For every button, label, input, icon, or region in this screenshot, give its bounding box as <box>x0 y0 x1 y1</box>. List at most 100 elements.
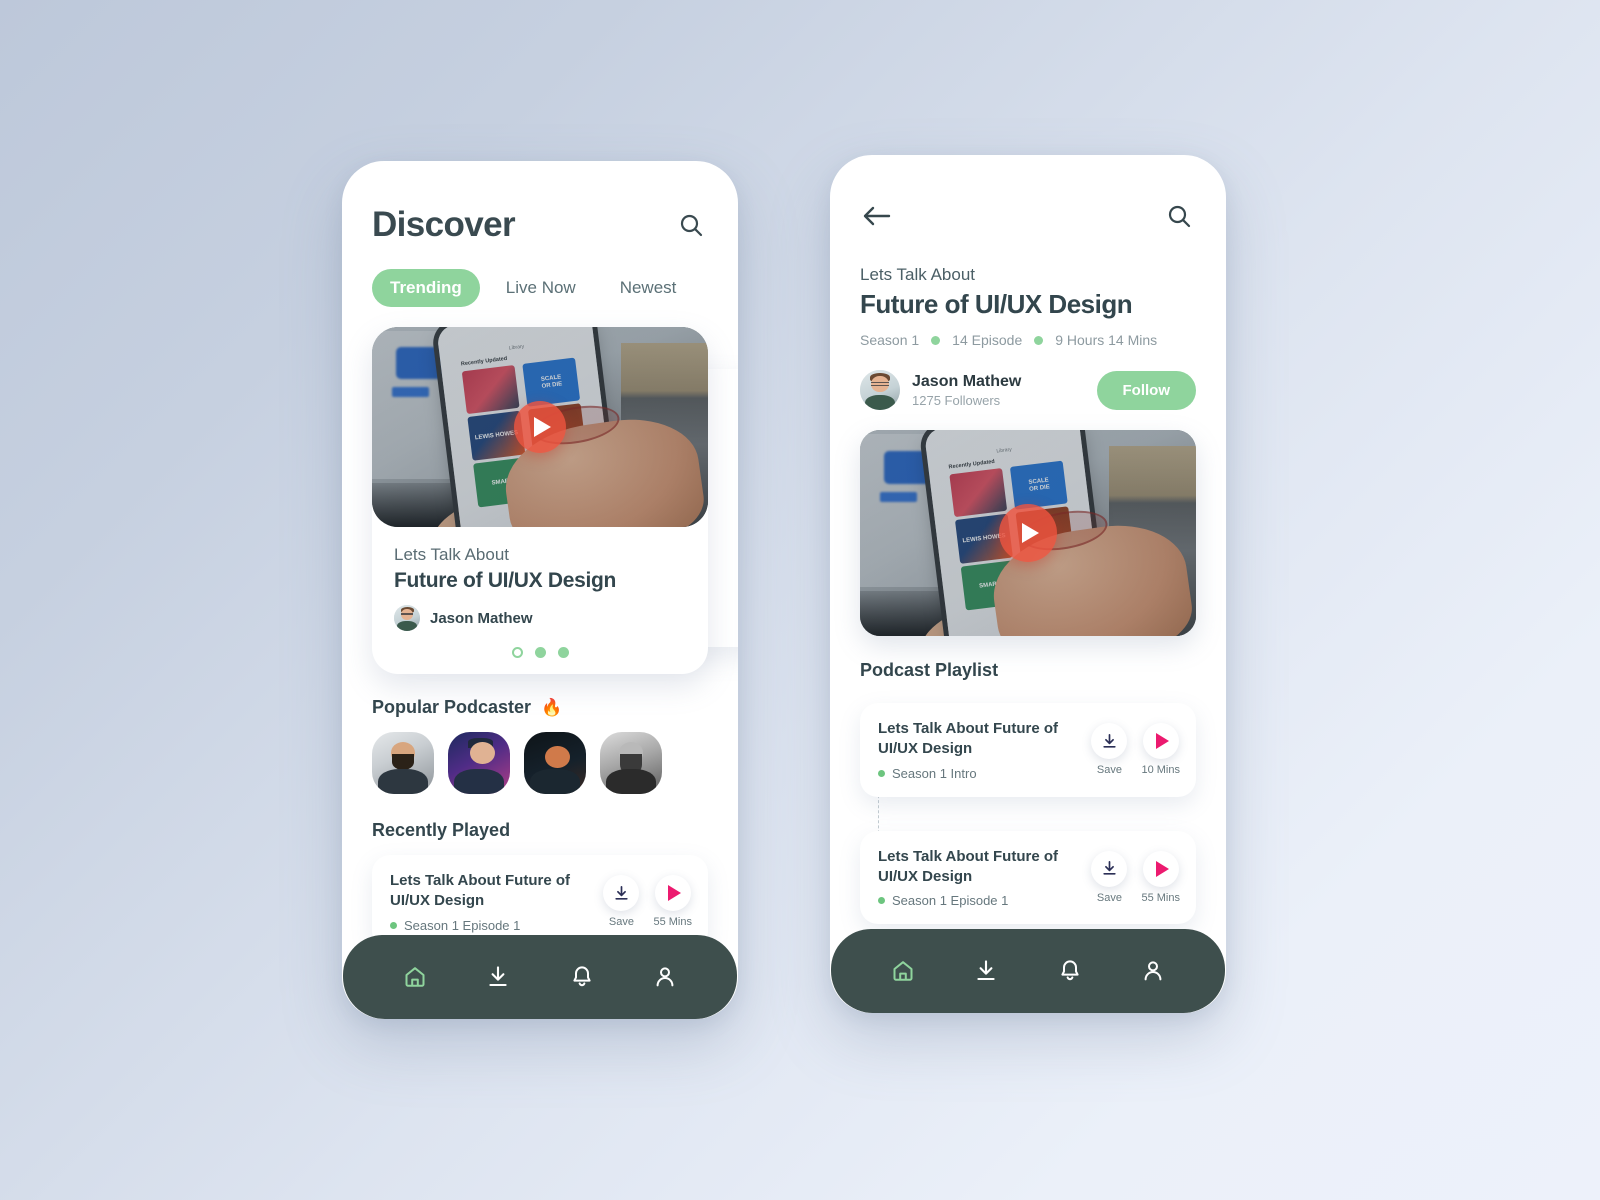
detail-screen: Lets Talk About Future of UI/UX Design S… <box>830 155 1226 1013</box>
nav-home-icon[interactable] <box>393 955 437 999</box>
save-button[interactable]: Save <box>1091 850 1128 904</box>
creator-followers: 1275 Followers <box>912 392 1001 408</box>
play-icon <box>654 875 691 912</box>
episode-title: Lets Talk About Future of UI/UX Design <box>390 872 570 910</box>
follow-button[interactable]: Follow <box>1096 370 1196 410</box>
playlist-item-title: Lets Talk About Future of UI/UX Design <box>878 847 1058 885</box>
hero-card[interactable]: Library Recently Updated SCALEOR DIE LEW… <box>372 327 708 674</box>
avatar <box>394 605 420 631</box>
hero-author-row[interactable]: Jason Mathew <box>394 605 686 631</box>
play-button[interactable]: 10 Mins <box>1141 723 1180 776</box>
back-arrow-icon[interactable] <box>860 199 894 233</box>
tab-trending[interactable]: Trending <box>372 269 480 307</box>
fire-icon: 🔥 <box>541 697 563 717</box>
creator-info: Jason Mathew 1275 Followers <box>912 373 1085 408</box>
podcaster-avatar-2[interactable] <box>448 732 510 794</box>
stat-separator-dot-icon <box>931 335 941 345</box>
podcast-playlist-heading: Podcast Playlist <box>830 660 1226 681</box>
phone-detail: Lets Talk About Future of UI/UX Design S… <box>830 155 1226 1013</box>
save-label: Save <box>1096 764 1122 777</box>
duration-label: 10 Mins <box>1141 764 1180 777</box>
save-label: Save <box>608 916 634 929</box>
download-icon <box>1091 723 1128 760</box>
creator-row: Jason Mathew 1275 Followers Follow <box>830 370 1226 410</box>
detail-title: Future of UI/UX Design <box>860 289 1133 319</box>
podcaster-avatar-3[interactable] <box>524 732 586 794</box>
hero-author-name: Jason Mathew <box>430 609 533 627</box>
playlist-item-actions: Save 10 Mins <box>1091 723 1180 776</box>
detail-header <box>830 155 1226 233</box>
podcaster-avatar-4[interactable] <box>600 732 662 794</box>
status-dot-icon <box>878 897 885 904</box>
search-icon[interactable] <box>1162 199 1196 233</box>
hero-subtitle: Lets Talk About <box>394 545 509 564</box>
stat-episodes: 14 Episode <box>952 332 1023 348</box>
avatar[interactable] <box>860 370 900 410</box>
duration-label: 55 Mins <box>1141 891 1180 904</box>
playlist-item-meta: Season 1 Intro <box>878 766 1083 781</box>
discover-tabs: Trending Live Now Newest <box>342 245 738 307</box>
tab-newest[interactable]: Newest <box>602 269 695 307</box>
creator-name: Jason Mathew <box>912 372 1022 390</box>
play-icon[interactable] <box>514 401 566 453</box>
playlist-item-meta: Season 1 Episode 1 <box>878 893 1083 908</box>
discover-header: Discover <box>342 161 738 245</box>
page-title: Discover <box>372 205 516 244</box>
carousel-dot-3[interactable] <box>557 647 569 658</box>
hero-meta: Lets Talk About Future of UI/UX Design J… <box>372 527 708 658</box>
status-dot-icon <box>390 921 397 929</box>
search-icon[interactable] <box>674 208 708 242</box>
stat-separator-dot-icon-2 <box>1034 335 1044 345</box>
detail-subtitle: Lets Talk About <box>860 265 975 284</box>
episode-info: Lets Talk About Future of UI/UX Design S… <box>390 871 595 933</box>
playlist-item-meta-label: Season 1 Episode 1 <box>892 893 1009 908</box>
detail-hero-thumbnail[interactable]: Library Recently Updated SCALEOR DIE LEW… <box>860 430 1196 636</box>
play-icon <box>1142 850 1179 887</box>
hero-thumbnail[interactable]: Library Recently Updated SCALEOR DIE LEW… <box>372 327 708 527</box>
carousel-dot-2[interactable] <box>534 647 546 658</box>
download-icon <box>1091 850 1128 887</box>
episode-actions: Save 55 Mins <box>603 875 692 928</box>
play-button[interactable]: 55 Mins <box>1141 850 1180 904</box>
playlist-item-1[interactable]: Lets Talk About Future of UI/UX Design S… <box>860 703 1196 797</box>
playlist-spacer <box>830 797 1226 831</box>
nav-person-icon[interactable] <box>643 955 687 999</box>
podcast-playlist-label: Podcast Playlist <box>860 660 999 680</box>
discover-screen: Discover Trending Live Now Newest Lets T… <box>342 161 738 1019</box>
episode-meta-label: Season 1 Episode 1 <box>404 917 521 933</box>
tab-live-now[interactable]: Live Now <box>488 269 594 307</box>
nav-download-icon[interactable] <box>964 949 1008 993</box>
download-icon <box>603 875 640 912</box>
nav-home-icon[interactable] <box>881 949 925 993</box>
play-icon <box>1142 723 1179 760</box>
playlist-item-title: Lets Talk About Future of UI/UX Design <box>878 720 1058 758</box>
recently-played-heading: Recently Played <box>342 820 738 841</box>
nav-download-icon[interactable] <box>476 955 520 999</box>
detail-title-block: Lets Talk About Future of UI/UX Design S… <box>830 265 1226 348</box>
save-button[interactable]: Save <box>603 875 640 929</box>
playlist-item-info: Lets Talk About Future of UI/UX Design S… <box>878 719 1083 781</box>
carousel-dots <box>394 647 686 658</box>
popular-podcaster-heading: Popular Podcaster 🔥 <box>342 697 738 718</box>
bottom-nav <box>831 929 1225 1013</box>
stat-duration: 9 Hours 14 Mins <box>1055 332 1158 348</box>
recently-played-label: Recently Played <box>372 820 511 840</box>
play-button[interactable]: 55 Mins <box>653 875 692 928</box>
nav-person-icon[interactable] <box>1131 949 1175 993</box>
carousel-dot-1[interactable] <box>511 647 523 658</box>
nav-bell-icon[interactable] <box>560 955 604 999</box>
status-dot-icon <box>878 769 885 777</box>
playlist-item-2[interactable]: Lets Talk About Future of UI/UX Design S… <box>860 830 1196 924</box>
podcaster-avatar-1[interactable] <box>372 732 434 794</box>
hero-carousel: Library Recently Updated SCALEOR DIE LEW… <box>342 327 738 674</box>
playlist-item-actions: Save 55 Mins <box>1091 850 1180 904</box>
save-button[interactable]: Save <box>1091 723 1128 777</box>
hero-title: Future of UI/UX Design <box>394 569 617 592</box>
stat-season: Season 1 <box>860 332 920 348</box>
podcast-playlist: Lets Talk About Future of UI/UX Design S… <box>830 703 1226 924</box>
nav-bell-icon[interactable] <box>1048 949 1092 993</box>
playlist-item-info: Lets Talk About Future of UI/UX Design S… <box>878 847 1083 908</box>
play-icon[interactable] <box>999 504 1057 562</box>
playlist-item-meta-label: Season 1 Intro <box>892 765 977 781</box>
duration-label: 55 Mins <box>653 916 692 929</box>
